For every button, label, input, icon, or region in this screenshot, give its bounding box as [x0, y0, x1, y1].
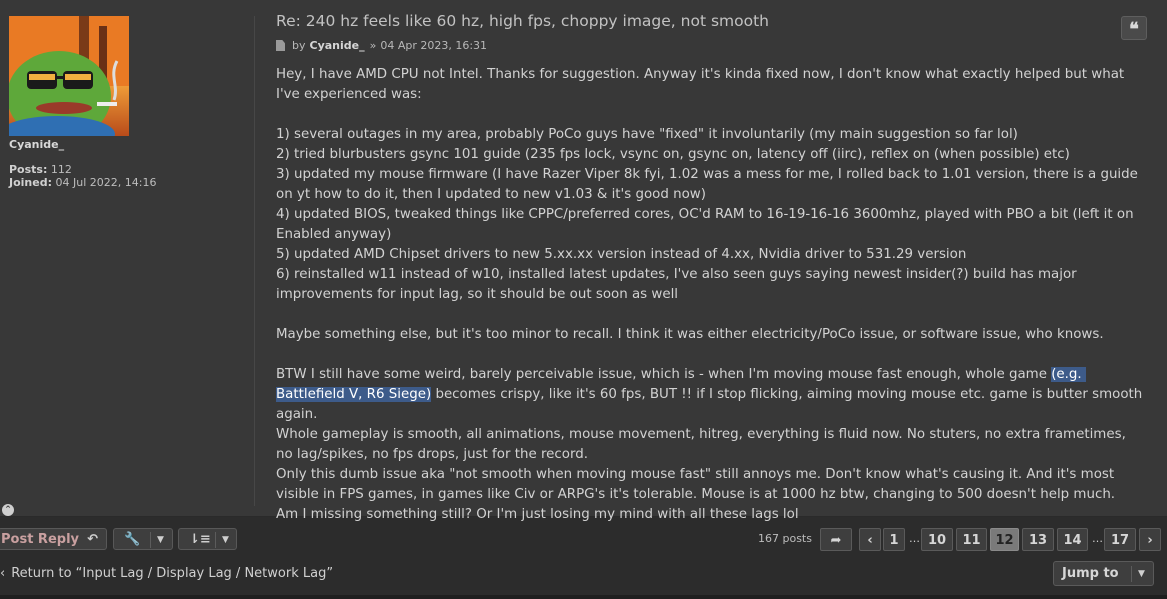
previous-page-button[interactable]: ‹	[859, 528, 881, 551]
post-profile: Cyanide_ Posts: 112 Joined: 04 Jul 2022,…	[9, 16, 249, 189]
pagination-ellipsis-2: …	[1092, 532, 1103, 545]
page-14[interactable]: 14	[1057, 528, 1088, 551]
next-page-button[interactable]: ›	[1139, 528, 1161, 551]
profile-divider	[254, 16, 255, 506]
return-to-forum-link[interactable]: ‹ Return to “Input Lag / Display Lag / Ne…	[0, 566, 333, 581]
post-reply-label: Post Reply	[1, 532, 79, 547]
page-11[interactable]: 11	[956, 528, 987, 551]
sort-options-button[interactable]: ⇂≡ ▼	[178, 528, 237, 550]
content-text-after: becomes crispy, like it's 60 fps, BUT !!…	[276, 387, 1143, 522]
page-1[interactable]: 1	[883, 528, 905, 551]
page-17[interactable]: 17	[1104, 528, 1136, 551]
post-file-icon[interactable]	[276, 40, 285, 51]
page-10[interactable]: 10	[921, 528, 953, 551]
post-meta: by Cyanide_ » 04 Apr 2023, 16:31	[276, 39, 1146, 52]
username[interactable]: Cyanide_	[9, 138, 64, 151]
page-13[interactable]: 13	[1022, 528, 1054, 551]
jump-to-dropdown[interactable]: Jump to ▼	[1053, 561, 1154, 586]
chevron-left-icon: ‹	[0, 566, 6, 581]
sort-icon: ⇂≡	[189, 532, 211, 547]
posts-stat: Posts: 112	[9, 163, 72, 176]
jump-divider	[1131, 566, 1132, 582]
post-title[interactable]: Re: 240 hz feels like 60 hz, high fps, c…	[276, 12, 1146, 30]
quote-icon: ❝	[1129, 19, 1139, 40]
tools-chevron-down-icon: ▼	[157, 535, 164, 545]
posts-label: Posts:	[9, 163, 48, 176]
wrench-icon: 🔧	[124, 532, 141, 547]
topic-tools-button[interactable]: 🔧 ▼	[113, 528, 173, 550]
content-text-before: Hey, I have AMD CPU not Intel. Thanks fo…	[276, 67, 1138, 382]
post-date: 04 Apr 2023, 16:31	[380, 39, 488, 52]
post-content: Hey, I have AMD CPU not Intel. Thanks fo…	[276, 65, 1146, 525]
jump-to-label: Jump to	[1062, 566, 1119, 581]
jump-chevron-down-icon: ▼	[1138, 569, 1145, 579]
post-body: Re: 240 hz feels like 60 hz, high fps, c…	[276, 12, 1146, 525]
avatar[interactable]	[9, 16, 129, 136]
post-container: Cyanide_ Posts: 112 Joined: 04 Jul 2022,…	[0, 0, 1167, 522]
back-to-top-icon[interactable]: ⌃	[2, 504, 14, 516]
page-12-current[interactable]: 12	[990, 528, 1019, 551]
return-label: Return to “Input Lag / Display Lag / Net…	[11, 566, 334, 581]
joined-value: 04 Jul 2022, 14:16	[55, 176, 157, 189]
joined-label: Joined:	[9, 176, 52, 189]
reply-arrow-icon: ↶	[87, 532, 98, 547]
tools-divider	[150, 532, 151, 548]
avatar-image	[9, 16, 129, 136]
post-reply-button[interactable]: Post Reply ↶	[0, 528, 107, 550]
jump-to-page-button[interactable]: ➦	[820, 528, 852, 551]
quote-button[interactable]: ❝	[1121, 16, 1147, 40]
bottom-bar	[0, 595, 1167, 599]
meta-separator: »	[369, 39, 377, 52]
sort-divider	[215, 532, 216, 548]
post-count: 167 posts	[758, 532, 812, 545]
post-author[interactable]: Cyanide_	[310, 39, 365, 52]
joined-stat: Joined: 04 Jul 2022, 14:16	[9, 176, 156, 189]
by-label: by	[292, 39, 306, 52]
sort-chevron-down-icon: ▼	[222, 535, 229, 545]
posts-value[interactable]: 112	[51, 163, 72, 176]
page-jump-icon: ➦	[830, 533, 842, 548]
chevron-right-icon: ›	[1147, 533, 1153, 548]
pagination-ellipsis: …	[909, 532, 920, 545]
chevron-left-icon: ‹	[867, 533, 873, 548]
